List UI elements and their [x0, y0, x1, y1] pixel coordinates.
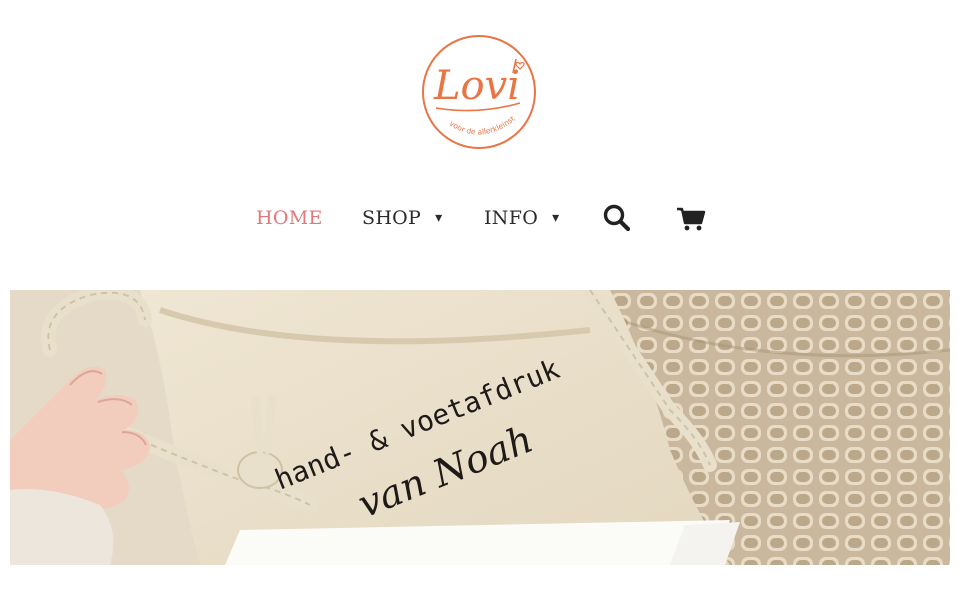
chevron-down-icon: ▾	[435, 210, 443, 226]
search-button[interactable]	[601, 202, 633, 234]
brand-logo[interactable]: Lovi voor de allerkleinste	[418, 28, 538, 149]
logo-mark: Lovi voor de allerkleinste	[418, 28, 536, 149]
cart-button[interactable]	[675, 202, 707, 234]
cart-icon	[677, 207, 706, 231]
nav-home-label: HOME	[256, 207, 323, 229]
nav-info[interactable]: INFO ▾	[484, 196, 559, 240]
nav-shop[interactable]: SHOP ▾	[362, 196, 442, 240]
nav-info-label: INFO	[484, 207, 539, 229]
nav-home[interactable]: HOME	[256, 196, 323, 240]
nav-shop-label: SHOP	[362, 207, 422, 229]
logo-wordmark: Lovi	[433, 63, 520, 109]
chevron-down-icon: ▾	[552, 210, 560, 226]
main-nav: HOME SHOP ▾ INFO ▾	[0, 196, 960, 240]
search-icon	[603, 204, 631, 232]
hero-banner: hand- & voetafdruk van Noah	[10, 290, 950, 565]
hero-image: hand- & voetafdruk van Noah	[10, 290, 950, 565]
